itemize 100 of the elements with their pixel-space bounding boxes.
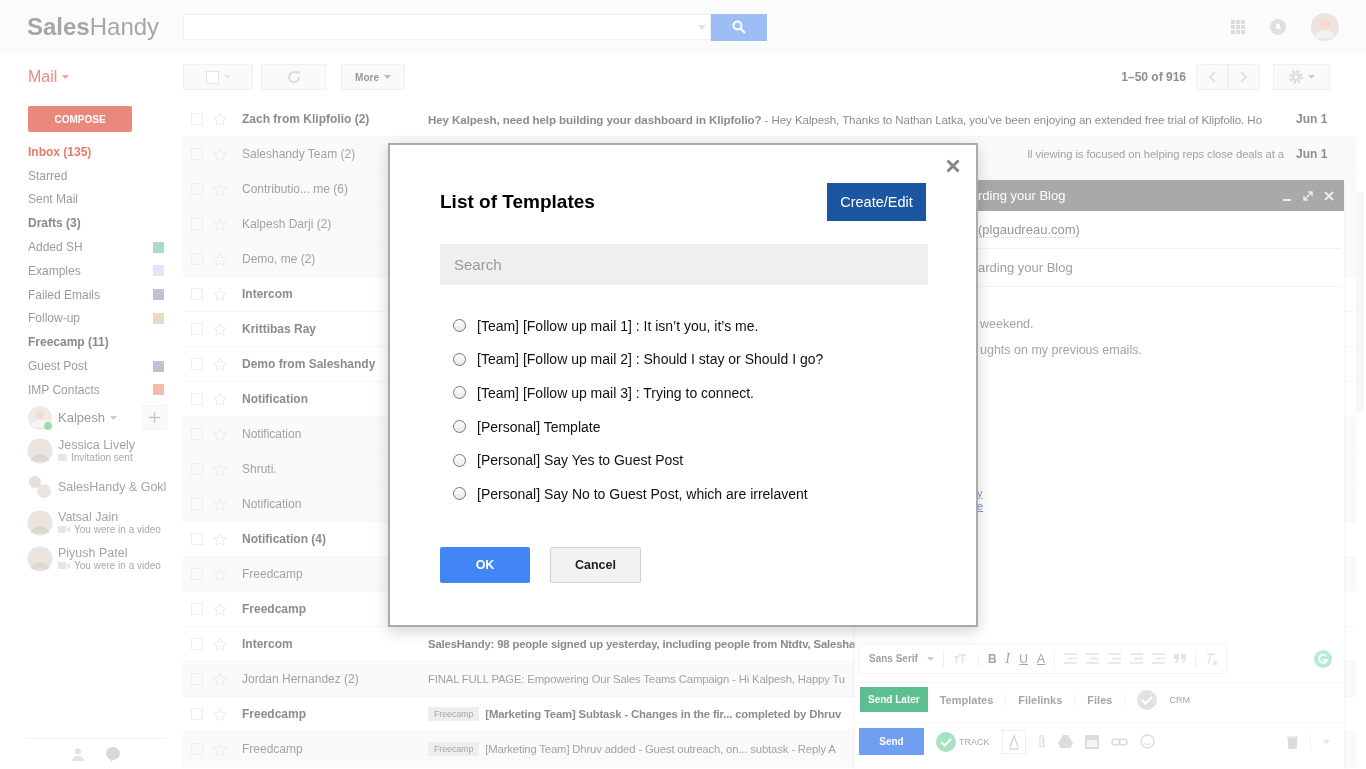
- radio-button[interactable]: [453, 386, 466, 400]
- radio-button[interactable]: [453, 319, 466, 333]
- sender-name: Shruti.: [242, 462, 278, 476]
- apps-grid-icon[interactable]: [1231, 20, 1245, 34]
- crm-toggle[interactable]: CRM: [1169, 694, 1202, 705]
- folder-item[interactable]: Starred: [0, 163, 183, 188]
- ok-button[interactable]: OK: [440, 546, 530, 583]
- sender-name: Saleshandy Team (2): [242, 147, 357, 161]
- compose-button[interactable]: COMPOSE: [28, 106, 132, 132]
- contact-name[interactable]: Piyush Patel: [58, 546, 161, 561]
- emoji-icon[interactable]: [1139, 734, 1155, 749]
- send-later-button[interactable]: Send Later: [860, 687, 928, 712]
- radio-button[interactable]: [453, 420, 466, 434]
- app-switcher[interactable]: Mail: [0, 68, 183, 86]
- format-button[interactable]: I: [1005, 651, 1011, 666]
- plus-icon: [149, 412, 160, 424]
- notification-icon[interactable]: [1269, 18, 1287, 36]
- expand-icon[interactable]: [1303, 190, 1313, 201]
- list-format-icon[interactable]: [1130, 653, 1144, 664]
- folder-item[interactable]: Freecamp (11): [0, 330, 183, 355]
- chat-bubble-icon[interactable]: [106, 746, 120, 762]
- clear-format-icon[interactable]: [1205, 652, 1219, 665]
- add-button[interactable]: [142, 405, 167, 431]
- image-icon[interactable]: [1084, 734, 1099, 749]
- previous-page-button[interactable]: [1196, 64, 1228, 90]
- video-icon: [58, 562, 70, 570]
- next-page-button[interactable]: [1228, 64, 1260, 90]
- send-button[interactable]: Send: [859, 728, 924, 755]
- list-format-icon[interactable]: [1064, 653, 1078, 664]
- refresh-button[interactable]: [261, 64, 326, 90]
- sender-name: Freedcamp: [242, 742, 304, 756]
- folder-item[interactable]: IMP Contacts: [0, 377, 183, 402]
- grammarly-icon[interactable]: [1314, 649, 1332, 668]
- list-format-icon[interactable]: [1108, 653, 1122, 664]
- create-edit-button[interactable]: Create/Edit: [827, 183, 926, 221]
- format-button[interactable]: A: [1037, 651, 1046, 666]
- folder-item[interactable]: Sent Mail: [0, 187, 183, 212]
- folder-item[interactable]: Examples: [0, 259, 183, 283]
- template-option[interactable]: [Team] [Follow up mail 2] : Should I stay or Should I go?: [477, 351, 824, 368]
- select-dropdown[interactable]: [183, 64, 253, 90]
- attachment-icon[interactable]: [1037, 734, 1046, 749]
- sender-name: Kalpesh Darji (2): [242, 217, 333, 231]
- template-option[interactable]: [Personal] Say Yes to Guest Post: [477, 452, 684, 469]
- contact-name[interactable]: Jessica Lively: [58, 438, 136, 453]
- logo-light-text: Handy: [89, 13, 160, 40]
- quote-icon[interactable]: [1174, 654, 1187, 663]
- font-dropdown[interactable]: Sans Serif: [869, 653, 918, 664]
- radio-button[interactable]: [453, 487, 466, 501]
- list-format-icon[interactable]: [1152, 653, 1166, 664]
- compose-tab[interactable]: Templates: [939, 693, 1007, 706]
- caret-icon[interactable]: [110, 415, 117, 420]
- text-size-icon[interactable]: [952, 653, 969, 664]
- search-button[interactable]: [711, 13, 767, 41]
- sender-name: Freedcamp: [242, 707, 308, 721]
- close-button[interactable]: [946, 159, 960, 173]
- radio-button[interactable]: [453, 453, 466, 467]
- user-avatar[interactable]: [27, 404, 53, 431]
- pagination-text: 1–50 of 916: [1121, 70, 1186, 84]
- check-circle-icon: [1137, 689, 1158, 710]
- template-option[interactable]: [Personal] Say No to Guest Post, which are irrelavent: [477, 485, 808, 502]
- folder-item[interactable]: Failed Emails: [0, 282, 183, 307]
- contact-name[interactable]: SalesHandy & Gokl: [58, 479, 167, 494]
- cancel-button[interactable]: Cancel: [550, 546, 641, 583]
- trash-icon[interactable]: [1287, 734, 1298, 749]
- format-button[interactable]: U: [1019, 651, 1028, 666]
- body-link[interactable]: e: [977, 500, 992, 512]
- person-icon[interactable]: [72, 747, 84, 761]
- email-subject: [Marketing Team] Dhruv added - Guest outreach, on... subtask - Reply A: [485, 743, 836, 755]
- more-button[interactable]: More: [341, 64, 405, 90]
- contact-avatar: [27, 509, 53, 536]
- sender-name: Intercom: [242, 637, 294, 651]
- template-option[interactable]: [Personal] Template: [477, 418, 601, 435]
- subject-field[interactable]: arding your Blog: [978, 260, 1073, 275]
- folder-item[interactable]: Drafts (3): [0, 211, 183, 236]
- search-field[interactable]: [183, 14, 711, 40]
- folder-item[interactable]: Follow-up: [0, 306, 183, 331]
- compose-tab[interactable]: Filelinks: [1018, 693, 1076, 706]
- avatar[interactable]: [1311, 13, 1339, 41]
- contact-name[interactable]: Vatsal Jain: [58, 510, 161, 525]
- user-name[interactable]: Kalpesh: [58, 410, 105, 426]
- radio-button[interactable]: [453, 352, 466, 366]
- video-icon: [58, 526, 70, 534]
- folder-item[interactable]: Guest Post: [0, 354, 183, 378]
- compose-tab[interactable]: Files: [1087, 693, 1126, 706]
- sender-name: Notification: [242, 392, 309, 406]
- search-field[interactable]: Search: [440, 244, 928, 285]
- format-button[interactable]: B: [987, 651, 997, 666]
- sender-name: Contributio... me (6): [242, 182, 350, 196]
- template-option[interactable]: [Team] [Follow up mail 1] : It isn’t you, it’s me.: [477, 317, 759, 334]
- close-icon[interactable]: [1324, 190, 1334, 201]
- check-circle-icon[interactable]: [936, 731, 956, 752]
- link-icon[interactable]: [1110, 737, 1128, 746]
- caret-icon[interactable]: [1323, 739, 1330, 744]
- folder-item[interactable]: Added SH: [0, 235, 183, 259]
- template-option[interactable]: [Team] [Follow up mail 3] : Trying to connect.: [477, 385, 754, 401]
- settings-button[interactable]: [1273, 64, 1330, 90]
- track-toggle[interactable]: TRACK: [959, 736, 990, 747]
- text-format-icon[interactable]: [1001, 729, 1026, 754]
- sender-name: Demo, me (2): [242, 252, 317, 266]
- list-format-icon[interactable]: [1086, 653, 1100, 664]
